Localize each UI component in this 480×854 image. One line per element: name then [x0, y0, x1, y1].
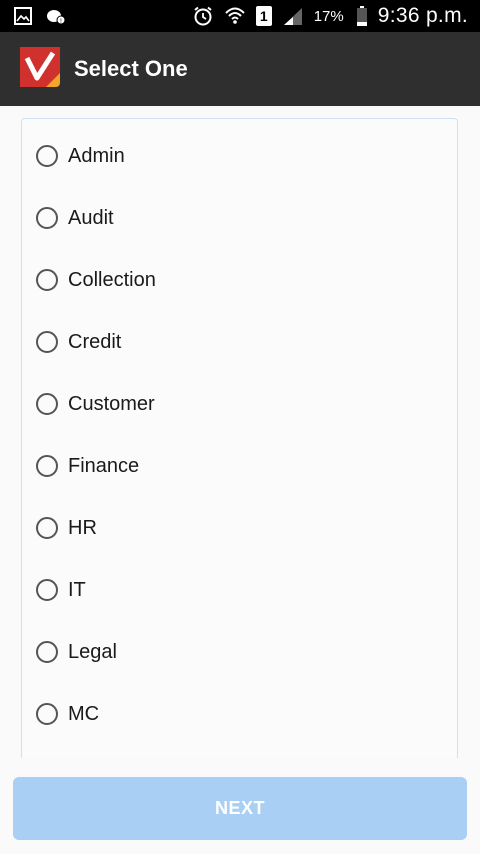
radio-unchecked-icon[interactable]	[36, 331, 58, 353]
options-list[interactable]: Admin Audit Collection Credit Customer F…	[21, 118, 458, 758]
radio-label: Customer	[68, 392, 155, 415]
radio-label: MC	[68, 702, 100, 725]
radio-unchecked-icon[interactable]	[36, 145, 58, 167]
radio-unchecked-icon[interactable]	[36, 517, 58, 539]
signal-icon	[282, 6, 304, 26]
radio-label: IT	[68, 578, 86, 601]
radio-unchecked-icon[interactable]	[36, 455, 58, 477]
status-bar: ! 1 17% 9:36 p.m.	[0, 0, 480, 32]
radio-option-audit[interactable]: Audit	[36, 198, 436, 238]
radio-label: Audit	[68, 206, 114, 229]
alarm-icon	[192, 5, 214, 27]
radio-option-it[interactable]: IT	[36, 570, 436, 610]
radio-label: Legal	[68, 640, 117, 663]
radio-label: Finance	[68, 454, 140, 477]
battery-percent: 17%	[313, 7, 344, 25]
weather-icon: !	[46, 7, 66, 25]
radio-option-legal[interactable]: Legal	[36, 632, 436, 672]
gallery-icon	[14, 7, 32, 25]
clock: 9:36 p.m.	[377, 4, 468, 27]
radio-unchecked-icon[interactable]	[36, 269, 58, 291]
radio-option-mc[interactable]: MC	[36, 694, 436, 734]
svg-text:!: !	[60, 18, 62, 25]
radio-option-collection[interactable]: Collection	[36, 260, 436, 300]
radio-label: Collection	[68, 268, 156, 291]
battery-icon	[356, 5, 368, 27]
radio-option-credit[interactable]: Credit	[36, 322, 436, 362]
wifi-icon	[224, 5, 246, 27]
radio-option-admin[interactable]: Admin	[36, 136, 436, 176]
page-title: Select One	[74, 56, 188, 81]
radio-label: Admin	[68, 144, 125, 167]
sim-icon: 1	[255, 6, 272, 26]
radio-option-hr[interactable]: HR	[36, 508, 436, 548]
radio-option-customer[interactable]: Customer	[36, 384, 436, 424]
app-logo-icon	[20, 46, 60, 92]
radio-unchecked-icon[interactable]	[36, 579, 58, 601]
app-bar: Select One	[0, 32, 480, 106]
radio-option-finance[interactable]: Finance	[36, 446, 436, 486]
radio-label: Credit	[68, 330, 122, 353]
radio-unchecked-icon[interactable]	[36, 393, 58, 415]
radio-unchecked-icon[interactable]	[36, 703, 58, 725]
radio-label: HR	[68, 516, 97, 539]
radio-unchecked-icon[interactable]	[36, 207, 58, 229]
radio-unchecked-icon[interactable]	[36, 641, 58, 663]
next-button[interactable]: NEXT	[13, 777, 467, 840]
